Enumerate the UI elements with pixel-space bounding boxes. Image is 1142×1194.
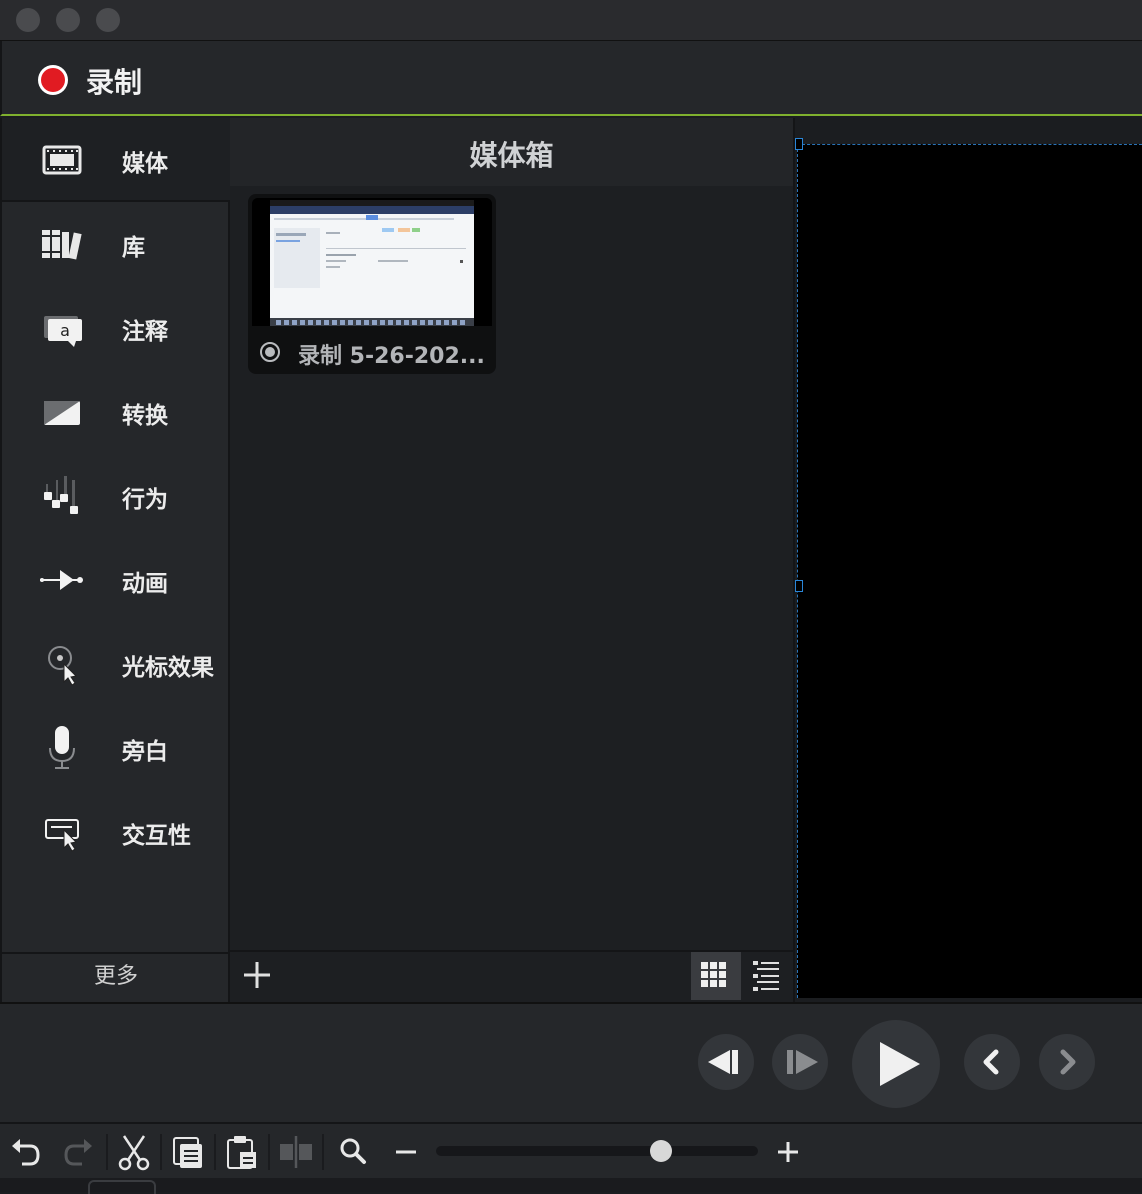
media-item-caption: 录制 5-26-202... <box>248 334 496 370</box>
sidebar-item-label: 交互性 <box>122 823 191 849</box>
media-bin-panel: 媒体箱 录制 5-26-202... <box>230 118 795 1002</box>
timeline-toolbar <box>0 1122 1142 1178</box>
step-back-button[interactable] <box>698 1034 754 1090</box>
cursor-effect-icon <box>48 646 78 686</box>
toolbar-divider <box>268 1134 270 1170</box>
microphone-icon <box>49 726 75 769</box>
zoom-slider[interactable] <box>436 1146 758 1156</box>
sidebar-item-label: 媒体 <box>122 151 168 177</box>
list-view-button[interactable] <box>743 952 793 1000</box>
sidebar-item-label: 旁白 <box>122 739 168 765</box>
sidebar-item-media[interactable]: 媒体 <box>2 118 230 202</box>
cut-icon[interactable] <box>114 1132 154 1172</box>
window-title-bar <box>0 0 1142 41</box>
record-label: 录制 <box>86 66 143 99</box>
sidebar-item-transitions[interactable]: 转换 <box>2 370 230 454</box>
grid-view-icon <box>701 962 726 987</box>
sidebar-item-voice-narration[interactable]: 旁白 <box>2 706 230 790</box>
plus-icon[interactable] <box>242 960 272 990</box>
animation-arrow-icon <box>40 570 83 590</box>
toolbar-divider <box>322 1134 324 1170</box>
media-bin-header: 媒体箱 <box>230 118 793 186</box>
sidebar-item-animations[interactable]: 动画 <box>2 538 230 622</box>
step-forward-button[interactable] <box>772 1034 828 1090</box>
film-strip-icon <box>42 145 82 175</box>
sidebar-item-label: 注释 <box>122 319 168 345</box>
step-forward-icon <box>787 1050 818 1074</box>
transition-icon <box>44 401 80 425</box>
redo-icon[interactable] <box>58 1132 98 1172</box>
sidebar-item-label: 光标效果 <box>122 655 214 681</box>
zoom-in-icon[interactable] <box>768 1132 808 1172</box>
annotation-speech-icon: a <box>44 316 82 347</box>
media-thumbnail <box>252 198 492 326</box>
playback-bar <box>0 1002 1142 1122</box>
grid-view-button[interactable] <box>691 952 741 1000</box>
canvas-area[interactable] <box>797 144 1142 998</box>
minimize-window-button[interactable] <box>56 8 80 32</box>
library-books-icon <box>42 230 82 260</box>
timeline-area <box>0 1178 1142 1194</box>
copy-icon[interactable] <box>168 1132 208 1172</box>
sidebar-item-cursor-effects[interactable]: 光标效果 <box>2 622 230 706</box>
play-icon <box>880 1042 920 1086</box>
sidebar-item-annotations[interactable]: a 注释 <box>2 286 230 370</box>
record-bar: 录制 <box>0 41 1142 116</box>
recording-icon <box>260 342 280 362</box>
toolbar-divider <box>106 1134 108 1170</box>
zoom-window-button[interactable] <box>96 8 120 32</box>
media-bin-title: 媒体箱 <box>469 139 554 172</box>
sidebar-item-behaviors[interactable]: 行为 <box>2 454 230 538</box>
media-item-label: 录制 5-26-202... <box>298 344 485 369</box>
svg-text:a: a <box>60 321 70 340</box>
sidebar-item-interactivity[interactable]: 交互性 <box>2 790 230 874</box>
media-item[interactable]: 录制 5-26-202... <box>248 194 496 374</box>
resize-handle[interactable] <box>795 138 803 150</box>
previous-button[interactable] <box>964 1034 1020 1090</box>
sidebar-item-label: 转换 <box>122 403 168 429</box>
record-dot-icon <box>38 65 68 95</box>
toolbar-divider <box>214 1134 216 1170</box>
more-button[interactable]: 更多 <box>2 952 230 1000</box>
sidebar-item-label: 行为 <box>122 487 168 513</box>
sidebar-item-label: 库 <box>122 235 145 261</box>
zoom-slider-thumb[interactable] <box>650 1140 673 1162</box>
behaviors-icon <box>44 476 78 514</box>
next-icon <box>1060 1049 1076 1075</box>
paste-icon[interactable] <box>222 1132 262 1172</box>
zoom-out-icon[interactable] <box>386 1132 426 1172</box>
interactivity-icon <box>45 819 79 852</box>
close-window-button[interactable] <box>16 8 40 32</box>
resize-handle[interactable] <box>795 580 803 592</box>
sidebar-item-label: 动画 <box>122 571 168 597</box>
split-icon[interactable] <box>276 1132 316 1172</box>
canvas-preview[interactable] <box>795 118 1142 1002</box>
media-bin-footer <box>230 950 793 1000</box>
sidebar-item-library[interactable]: 库 <box>2 202 230 286</box>
previous-icon <box>983 1049 999 1075</box>
list-view-icon <box>753 961 779 991</box>
zoom-search-icon <box>340 1138 366 1164</box>
next-button[interactable] <box>1039 1034 1095 1090</box>
toolbar-divider <box>160 1134 162 1170</box>
tool-sidebar: 媒体 库 a 注释 转换 行为 动画 光标效果 旁白 交互性 更多 <box>0 118 230 1002</box>
play-button[interactable] <box>852 1020 940 1108</box>
step-back-icon <box>708 1050 738 1074</box>
undo-icon[interactable] <box>6 1132 46 1172</box>
